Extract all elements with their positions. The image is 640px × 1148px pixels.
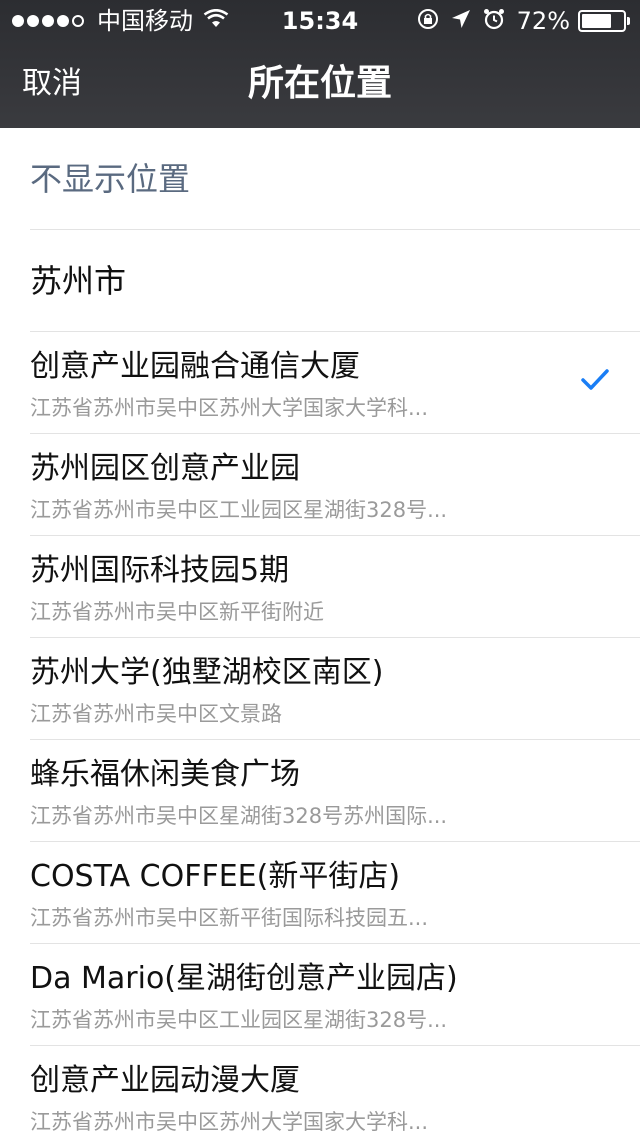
place-address: 江苏省苏州市吴中区新平街国际科技园五... xyxy=(30,906,429,930)
rotation-lock-icon xyxy=(417,8,439,35)
location-arrow-icon xyxy=(451,8,471,34)
navigation-bar: 取消 所在位置 xyxy=(0,40,640,128)
hide-location-option[interactable]: 不显示位置 xyxy=(30,128,640,230)
status-right: 72% xyxy=(417,8,630,34)
place-address: 江苏省苏州市吴中区苏州大学国家大学科... xyxy=(30,396,429,420)
place-name: 蜂乐福休闲美食广场 xyxy=(30,757,300,792)
place-item[interactable]: Da Mario(星湖街创意产业园店) 江苏省苏州市吴中区工业园区星湖街328号… xyxy=(30,944,640,1046)
alarm-icon xyxy=(483,8,505,35)
place-name: Da Mario(星湖街创意产业园店) xyxy=(30,961,458,996)
place-item[interactable]: 创意产业园融合通信大厦 江苏省苏州市吴中区苏州大学国家大学科... xyxy=(30,332,640,434)
top-bar: 中国移动 15:34 72% 取消 所在位置 xyxy=(0,0,640,128)
page-title: 所在位置 xyxy=(247,63,392,104)
place-address: 江苏省苏州市吴中区星湖街328号苏州国际... xyxy=(30,804,448,828)
place-address: 江苏省苏州市吴中区苏州大学国家大学科... xyxy=(30,1110,429,1134)
place-item[interactable]: 苏州国际科技园5期 江苏省苏州市吴中区新平街附近 xyxy=(30,536,640,638)
hide-location-label: 不显示位置 xyxy=(30,160,191,198)
place-name: 创意产业园融合通信大厦 xyxy=(30,349,360,384)
place-address: 江苏省苏州市吴中区新平街附近 xyxy=(30,600,324,624)
place-name: 苏州国际科技园5期 xyxy=(30,553,290,588)
place-item[interactable]: 蜂乐福休闲美食广场 江苏省苏州市吴中区星湖街328号苏州国际... xyxy=(30,740,640,842)
place-item[interactable]: 苏州大学(独墅湖校区南区) 江苏省苏州市吴中区文景路 xyxy=(30,638,640,740)
battery-icon xyxy=(578,10,626,32)
city-option[interactable]: 苏州市 xyxy=(30,230,640,332)
place-name: COSTA COFFEE(新平街店) xyxy=(30,859,401,894)
place-name: 苏州园区创意产业园 xyxy=(30,451,300,486)
place-address: 江苏省苏州市吴中区工业园区星湖街328号... xyxy=(30,498,448,522)
status-bar: 中国移动 15:34 72% xyxy=(0,0,640,40)
location-list: 不显示位置 苏州市 创意产业园融合通信大厦 江苏省苏州市吴中区苏州大学国家大学科… xyxy=(0,128,640,1148)
place-address: 江苏省苏州市吴中区文景路 xyxy=(30,702,282,726)
place-item[interactable]: 创意产业园动漫大厦 江苏省苏州市吴中区苏州大学国家大学科... xyxy=(30,1046,640,1148)
place-name: 苏州大学(独墅湖校区南区) xyxy=(30,655,384,690)
place-name: 创意产业园动漫大厦 xyxy=(30,1063,300,1098)
place-item[interactable]: COSTA COFFEE(新平街店) 江苏省苏州市吴中区新平街国际科技园五... xyxy=(30,842,640,944)
battery-tip xyxy=(627,17,630,25)
checkmark-icon xyxy=(581,369,609,390)
place-item[interactable]: 苏州园区创意产业园 江苏省苏州市吴中区工业园区星湖街328号... xyxy=(30,434,640,536)
place-address: 江苏省苏州市吴中区工业园区星湖街328号... xyxy=(30,1008,448,1032)
battery-level-fill xyxy=(582,14,611,28)
city-label: 苏州市 xyxy=(30,262,127,300)
battery-percent: 72% xyxy=(516,7,570,35)
